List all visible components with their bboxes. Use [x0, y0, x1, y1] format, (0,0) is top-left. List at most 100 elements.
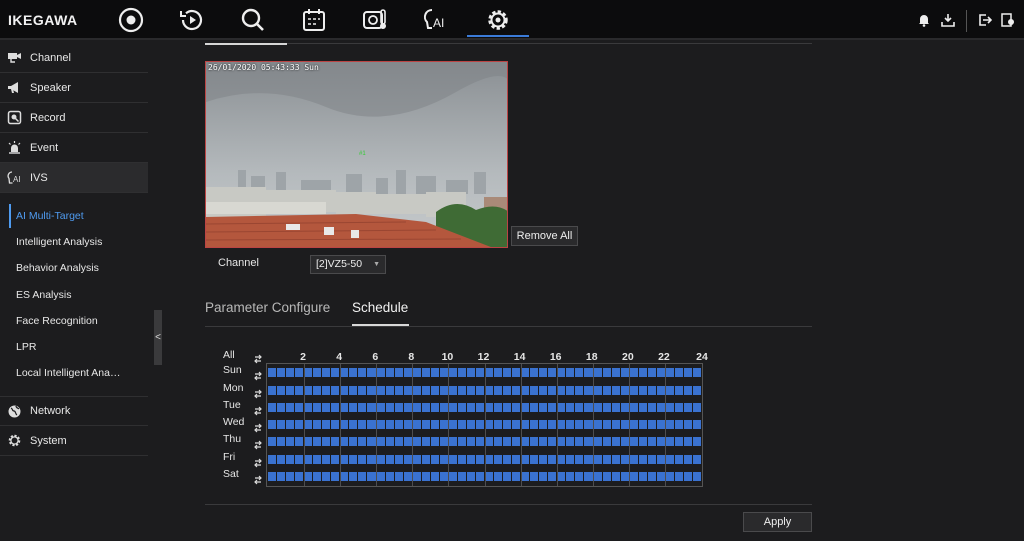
sidebar-item-speaker[interactable]: Speaker [0, 73, 148, 103]
schedule-cell[interactable] [304, 472, 313, 481]
schedule-cell[interactable] [331, 420, 340, 429]
schedule-cell[interactable] [485, 437, 494, 446]
schedule-cell[interactable] [349, 472, 358, 481]
schedule-cell[interactable] [448, 437, 457, 446]
schedule-cell[interactable] [557, 420, 566, 429]
schedule-cell[interactable] [683, 420, 692, 429]
schedule-cell[interactable] [566, 437, 575, 446]
sidebar-item-channel[interactable]: Channel [0, 43, 148, 73]
schedule-cell[interactable] [620, 455, 629, 464]
schedule-cell[interactable] [665, 437, 674, 446]
toggle-day-swap-icon[interactable] [253, 386, 263, 399]
schedule-cell[interactable] [286, 420, 295, 429]
schedule-cell[interactable] [286, 455, 295, 464]
schedule-cell[interactable] [439, 368, 448, 377]
schedule-cell[interactable] [656, 437, 665, 446]
schedule-cell[interactable] [394, 368, 403, 377]
schedule-cell[interactable] [277, 420, 286, 429]
schedule-cell[interactable] [349, 420, 358, 429]
schedule-cell[interactable] [512, 386, 521, 395]
schedule-cell[interactable] [512, 455, 521, 464]
schedule-cell[interactable] [620, 368, 629, 377]
schedule-cell[interactable] [448, 403, 457, 412]
schedule-cell[interactable] [430, 455, 439, 464]
schedule-cell[interactable] [494, 403, 503, 412]
schedule-cell[interactable] [349, 368, 358, 377]
schedule-cell[interactable] [512, 472, 521, 481]
schedule-cell[interactable] [475, 368, 484, 377]
schedule-cell[interactable] [277, 386, 286, 395]
schedule-cell[interactable] [466, 472, 475, 481]
schedule-cell[interactable] [313, 368, 322, 377]
schedule-cell[interactable] [683, 455, 692, 464]
schedule-cell[interactable] [584, 455, 593, 464]
schedule-cell[interactable] [439, 472, 448, 481]
subitem-lpr[interactable]: LPR [16, 337, 146, 357]
schedule-cell[interactable] [503, 455, 512, 464]
schedule-cell[interactable] [485, 472, 494, 481]
schedule-cell[interactable] [539, 437, 548, 446]
schedule-cell[interactable] [593, 437, 602, 446]
schedule-cell[interactable] [385, 403, 394, 412]
schedule-cell[interactable] [566, 403, 575, 412]
schedule-cell[interactable] [385, 386, 394, 395]
schedule-cell[interactable] [665, 403, 674, 412]
schedule-cell[interactable] [521, 455, 530, 464]
schedule-cell[interactable] [647, 472, 656, 481]
schedule-cell[interactable] [295, 420, 304, 429]
schedule-cell[interactable] [674, 403, 683, 412]
schedule-cell[interactable] [385, 437, 394, 446]
schedule-cell[interactable] [674, 455, 683, 464]
schedule-cell[interactable] [457, 368, 466, 377]
schedule-cell[interactable] [584, 368, 593, 377]
schedule-cell[interactable] [466, 437, 475, 446]
schedule-cell[interactable] [475, 437, 484, 446]
schedule-cell[interactable] [530, 420, 539, 429]
schedule-cell[interactable] [430, 403, 439, 412]
schedule-grid[interactable] [266, 363, 703, 487]
schedule-cell[interactable] [602, 472, 611, 481]
schedule-cell[interactable] [394, 386, 403, 395]
schedule-cell[interactable] [629, 403, 638, 412]
schedule-cell[interactable] [457, 403, 466, 412]
subitem-local-intelligent-analysis[interactable]: Local Intelligent Ana… [16, 363, 146, 383]
live-view-icon[interactable] [111, 4, 151, 36]
schedule-cell[interactable] [629, 437, 638, 446]
toggle-day-swap-icon[interactable] [253, 368, 263, 381]
schedule-cell[interactable] [638, 420, 647, 429]
schedule-cell[interactable] [394, 403, 403, 412]
toggle-day-swap-icon[interactable] [253, 420, 263, 433]
schedule-cell[interactable] [403, 368, 412, 377]
schedule-cell[interactable] [448, 420, 457, 429]
schedule-cell[interactable] [340, 403, 349, 412]
schedule-cell[interactable] [548, 403, 557, 412]
schedule-cell[interactable] [313, 420, 322, 429]
sidebar-item-record[interactable]: Record [0, 103, 148, 133]
schedule-cell[interactable] [665, 368, 674, 377]
schedule-cell[interactable] [340, 386, 349, 395]
schedule-cell[interactable] [376, 472, 385, 481]
schedule-cell[interactable] [521, 368, 530, 377]
schedule-cell[interactable] [475, 386, 484, 395]
schedule-cell[interactable] [412, 472, 421, 481]
schedule-cell[interactable] [394, 420, 403, 429]
schedule-cell[interactable] [683, 368, 692, 377]
schedule-cell[interactable] [584, 403, 593, 412]
schedule-cell[interactable] [439, 455, 448, 464]
schedule-cell[interactable] [593, 403, 602, 412]
schedule-cell[interactable] [593, 368, 602, 377]
schedule-cell[interactable] [394, 455, 403, 464]
schedule-cell[interactable] [584, 472, 593, 481]
schedule-cell[interactable] [593, 455, 602, 464]
schedule-cell[interactable] [358, 455, 367, 464]
schedule-cell[interactable] [403, 386, 412, 395]
schedule-cell[interactable] [494, 368, 503, 377]
schedule-cell[interactable] [548, 420, 557, 429]
schedule-cell[interactable] [403, 455, 412, 464]
schedule-cell[interactable] [566, 472, 575, 481]
gear-icon[interactable] [478, 4, 518, 36]
schedule-cell[interactable] [602, 386, 611, 395]
schedule-cell[interactable] [593, 472, 602, 481]
schedule-cell[interactable] [295, 455, 304, 464]
schedule-cell[interactable] [575, 368, 584, 377]
